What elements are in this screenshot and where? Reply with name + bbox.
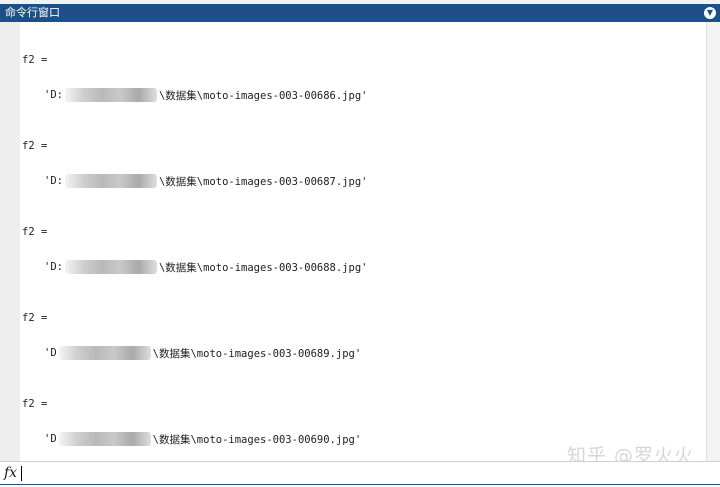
redacted-path [64,260,157,274]
path-prefix: 'D [44,347,57,359]
path-suffix: \数据集\moto-images-003-00686.jpg' [158,89,368,102]
path-suffix: \数据集\moto-images-003-00689.jpg' [152,347,362,360]
output-value-line: 'D: \数据集\moto-images-003-00686.jpg' [44,87,367,103]
redacted-path [58,432,151,446]
output-var-line: f2 = [22,226,48,238]
fx-icon[interactable]: fx [4,465,17,481]
path-prefix: 'D: [44,175,63,187]
output-var-line: f2 = [22,398,48,410]
output-value-line: 'D: \数据集\moto-images-003-00688.jpg' [44,259,367,275]
path-suffix: \数据集\moto-images-003-00687.jpg' [158,175,368,188]
path-prefix: 'D: [44,89,63,101]
output-var-line: f2 = [22,312,48,324]
left-margin [0,22,20,461]
redacted-path [64,88,157,102]
path-suffix: \数据集\moto-images-003-00690.jpg' [152,433,362,446]
output-var-line: f2 = [22,54,48,66]
command-output: f2 = 'D: \数据集\moto-images-003-00686.jpg'… [20,22,706,461]
output-value-line: 'D \数据集\moto-images-003-00690.jpg' [44,431,361,447]
redacted-path [64,174,157,188]
command-window-titlebar: 命令行窗口 ▼ [0,4,720,22]
path-prefix: 'D: [44,261,63,273]
path-suffix: \数据集\moto-images-003-00688.jpg' [158,261,368,274]
command-prompt-bar: fx [0,461,720,487]
path-prefix: 'D [44,433,57,445]
output-var-line: f2 = [22,140,48,152]
chevron-down-circle-icon[interactable]: ▼ [704,7,716,19]
vertical-scrollbar[interactable] [706,22,720,461]
redacted-path [58,346,151,360]
text-cursor [21,466,22,481]
window-title: 命令行窗口 [5,6,60,19]
output-value-line: 'D: \数据集\moto-images-003-00687.jpg' [44,173,367,189]
output-value-line: 'D \数据集\moto-images-003-00689.jpg' [44,345,361,361]
